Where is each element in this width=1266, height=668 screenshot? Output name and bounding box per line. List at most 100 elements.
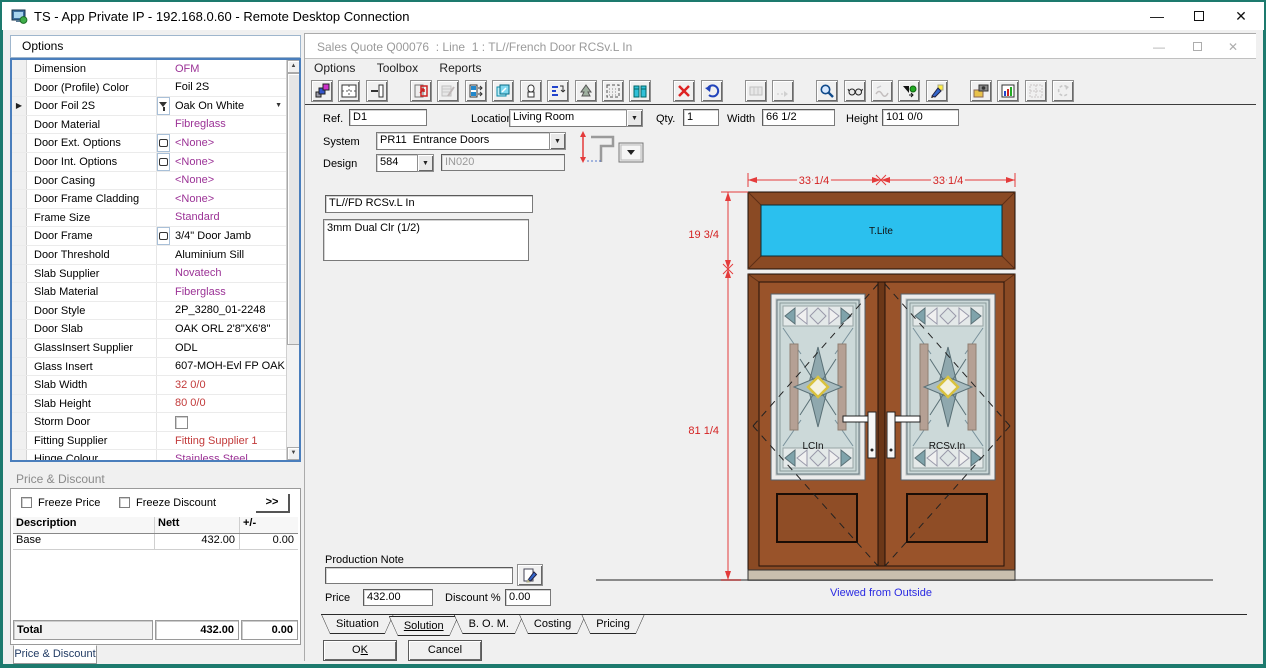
option-row[interactable]: Door Casing <None>: [12, 172, 286, 191]
ok-button[interactable]: OK: [323, 640, 397, 661]
location-dropdown-icon[interactable]: ▼: [626, 109, 643, 127]
option-row[interactable]: Door Foil 2S Oak On White: [12, 97, 286, 116]
option-value[interactable]: 607-MOH-Evl FP OAK: [170, 358, 286, 376]
option-row[interactable]: Slab Height 80 0/0: [12, 395, 286, 414]
tb-door-elevation-button[interactable]: [366, 80, 388, 102]
cancel-button[interactable]: Cancel: [408, 640, 482, 661]
expand-button[interactable]: >>: [256, 494, 290, 513]
option-icon[interactable]: [157, 283, 170, 301]
minimize-button[interactable]: —: [1136, 2, 1178, 30]
option-row[interactable]: Glass Insert 607-MOH-Evl FP OAK: [12, 358, 286, 377]
option-value[interactable]: [170, 413, 286, 431]
option-row[interactable]: GlassInsert Supplier ODL: [12, 339, 286, 358]
qty-input[interactable]: 1: [683, 109, 719, 126]
scroll-down-icon[interactable]: ▼: [287, 447, 300, 460]
tb-frame-layout-button[interactable]: [338, 80, 360, 102]
system-select[interactable]: PR11 Entrance Doors▼: [376, 132, 566, 150]
option-row[interactable]: Storm Door: [12, 413, 286, 432]
tb-format-colors-button[interactable]: [311, 80, 333, 102]
option-icon[interactable]: [157, 246, 170, 264]
option-icon[interactable]: [157, 172, 170, 190]
width-input[interactable]: 66 1/2: [762, 109, 835, 126]
option-value[interactable]: Fibreglass: [170, 116, 286, 134]
menu-options[interactable]: Options: [305, 59, 364, 75]
tab[interactable]: Costing: [519, 614, 586, 634]
tb-door-options-button[interactable]: [465, 80, 487, 102]
option-icon[interactable]: [157, 60, 170, 78]
description-input[interactable]: TL//FD RCSv.L In: [325, 195, 533, 213]
option-icon[interactable]: [157, 79, 170, 97]
quote-maximize-button[interactable]: [1180, 34, 1214, 59]
location-select[interactable]: Living Room▼: [509, 109, 643, 127]
menu-toolbox[interactable]: Toolbox: [368, 59, 427, 75]
tb-double-doors-button[interactable]: [629, 80, 651, 102]
option-icon[interactable]: [157, 227, 170, 245]
option-icon[interactable]: [157, 376, 170, 394]
price-row-base[interactable]: Base 432.00 0.00: [13, 534, 298, 550]
option-icon[interactable]: [157, 134, 170, 152]
height-input[interactable]: 101 0/0: [882, 109, 959, 126]
option-value[interactable]: 80 0/0: [170, 395, 286, 413]
option-row[interactable]: Fitting Supplier Fitting Supplier 1: [12, 432, 286, 451]
design-select[interactable]: 584▼: [376, 154, 434, 172]
option-row[interactable]: Slab Material Fiberglass: [12, 283, 286, 302]
option-value[interactable]: OAK ORL 2'8"X6'8": [170, 320, 286, 338]
tab[interactable]: B. O. M.: [454, 614, 524, 634]
option-value[interactable]: 32 0/0: [170, 376, 286, 394]
glass-spec-box[interactable]: 3mm Dual Clr (1/2): [323, 219, 529, 261]
option-value[interactable]: OFM: [170, 60, 286, 78]
close-button[interactable]: ✕: [1220, 2, 1262, 30]
tb-options-list-button[interactable]: [547, 80, 569, 102]
option-row[interactable]: Slab Width 32 0/0: [12, 376, 286, 395]
dropdown-arrow-icon[interactable]: [275, 97, 282, 115]
tb-view-3d-button[interactable]: [844, 80, 866, 102]
option-icon[interactable]: [157, 358, 170, 376]
quote-close-button[interactable]: ✕: [1216, 34, 1250, 59]
option-row[interactable]: Hinge Colour Stainless Steel: [12, 450, 286, 460]
tb-swap-colors-button[interactable]: [898, 80, 920, 102]
option-icon[interactable]: [157, 116, 170, 134]
option-value[interactable]: <None>: [170, 153, 286, 171]
design-dropdown-icon[interactable]: ▼: [417, 154, 434, 172]
discount-input[interactable]: 0.00: [505, 589, 551, 606]
option-value[interactable]: <None>: [170, 190, 286, 208]
option-icon[interactable]: [157, 320, 170, 338]
tb-paint-button[interactable]: [926, 80, 948, 102]
option-row[interactable]: Door Threshold Aluminium Sill: [12, 246, 286, 265]
tab[interactable]: Pricing: [581, 614, 645, 634]
freeze-price-checkbox[interactable]: [21, 497, 32, 508]
option-value[interactable]: Stainless Steel: [170, 450, 286, 460]
tab[interactable]: Situation: [321, 614, 394, 634]
freeze-discount-checkbox[interactable]: [119, 497, 130, 508]
tb-undo-button[interactable]: [701, 80, 723, 102]
tb-insert-frame-button[interactable]: [410, 80, 432, 102]
option-row[interactable]: Dimension OFM: [12, 60, 286, 79]
option-value[interactable]: ODL: [170, 339, 286, 357]
option-icon[interactable]: [157, 413, 170, 431]
option-value[interactable]: Standard: [170, 209, 286, 227]
option-value[interactable]: Fiberglass: [170, 283, 286, 301]
edit-note-button[interactable]: [517, 564, 543, 586]
quote-minimize-button[interactable]: —: [1142, 34, 1176, 59]
price-input[interactable]: 432.00: [363, 589, 433, 606]
tb-color-chart-button[interactable]: [997, 80, 1019, 102]
option-value[interactable]: 2P_3280_01-2248: [170, 302, 286, 320]
scroll-up-icon[interactable]: ▲: [287, 60, 300, 73]
option-icon[interactable]: [157, 265, 170, 283]
price-discount-tab[interactable]: Price & Discount: [13, 645, 97, 664]
option-value[interactable]: Foil 2S: [170, 79, 286, 97]
option-icon[interactable]: [157, 209, 170, 227]
tb-hardware-settings-button[interactable]: [970, 80, 992, 102]
option-icon[interactable]: [157, 450, 170, 460]
tb-door-handle-button[interactable]: [520, 80, 542, 102]
option-row[interactable]: Door Frame 3/4" Door Jamb: [12, 227, 286, 246]
option-row[interactable]: Door Ext. Options <None>: [12, 134, 286, 153]
option-row[interactable]: Slab Supplier Novatech: [12, 265, 286, 284]
system-dropdown-icon[interactable]: ▼: [549, 132, 566, 150]
tb-export-arrow-button[interactable]: [575, 80, 597, 102]
option-value[interactable]: Oak On White: [170, 97, 286, 115]
option-value[interactable]: Fitting Supplier 1: [170, 432, 286, 450]
option-value[interactable]: 3/4" Door Jamb: [170, 227, 286, 245]
option-row[interactable]: Door (Profile) Color Foil 2S: [12, 79, 286, 98]
menu-reports[interactable]: Reports: [430, 59, 490, 75]
